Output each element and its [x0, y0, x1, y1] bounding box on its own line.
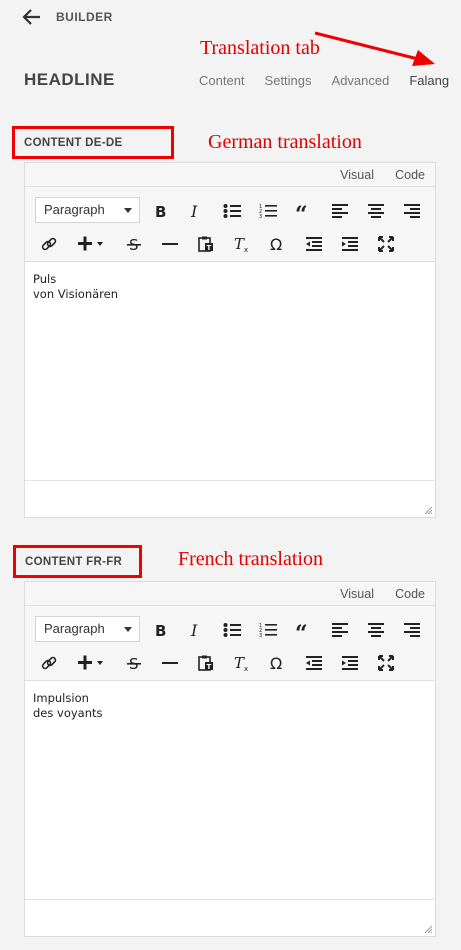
tab-content[interactable]: Content [199, 73, 245, 88]
svg-text:x: x [244, 246, 248, 252]
tab-falang[interactable]: Falang [409, 73, 449, 88]
content-line: des voyants [33, 706, 103, 720]
tab-settings[interactable]: Settings [265, 73, 312, 88]
editor-mode-bar: Visual Code [25, 163, 435, 187]
tab-bar: Content Settings Advanced Falang [199, 73, 449, 88]
fullscreen-icon[interactable] [375, 652, 397, 674]
svg-text:B: B [155, 203, 166, 219]
section-label-fr: CONTENT FR-FR [13, 545, 142, 578]
outdent-icon[interactable] [303, 233, 325, 255]
editor-status-bar [25, 899, 435, 936]
svg-text:Ω: Ω [270, 655, 282, 671]
content-line: Impulsion [33, 691, 89, 705]
blockquote-icon[interactable]: “ [293, 619, 315, 641]
content-line: von Visionären [33, 287, 118, 301]
editor-de: Visual Code Paragraph B I 123 “ S T Tx Ω… [24, 162, 436, 518]
omega-icon[interactable]: Ω [267, 652, 289, 674]
section-label-de: CONTENT DE-DE [12, 126, 174, 159]
link-icon[interactable] [38, 233, 60, 255]
strikethrough-icon[interactable]: S [123, 233, 145, 255]
svg-text:“: “ [295, 204, 308, 218]
svg-text:x: x [244, 665, 248, 671]
tab-advanced[interactable]: Advanced [332, 73, 390, 88]
back-arrow-icon[interactable] [22, 8, 42, 26]
svg-text:Ω: Ω [270, 236, 282, 252]
resize-handle-icon[interactable] [424, 925, 432, 933]
editor-toolbar: Paragraph B I 123 “ S T Tx Ω [25, 187, 435, 262]
insert-plus-icon[interactable] [77, 652, 107, 674]
numbered-list-icon[interactable]: 123 [257, 200, 279, 222]
chevron-down-icon [124, 208, 132, 213]
editor-status-bar [25, 480, 435, 517]
bold-icon[interactable]: B [149, 619, 171, 641]
annotation-arrow [314, 31, 435, 66]
svg-text:T: T [207, 244, 212, 252]
editor-mode-bar: Visual Code [25, 582, 435, 606]
italic-icon[interactable]: I [185, 619, 207, 641]
blockquote-icon[interactable]: “ [293, 200, 315, 222]
svg-text:T: T [207, 663, 212, 671]
clear-format-icon[interactable]: Tx [231, 652, 253, 674]
outdent-icon[interactable] [303, 652, 325, 674]
bullet-list-icon[interactable] [221, 200, 243, 222]
page-title: HEADLINE [24, 70, 115, 89]
indent-icon[interactable] [339, 652, 361, 674]
numbered-list-icon[interactable]: 123 [257, 619, 279, 641]
strikethrough-icon[interactable]: S [123, 652, 145, 674]
bold-icon[interactable]: B [149, 200, 171, 222]
horizontal-rule-icon[interactable] [159, 652, 181, 674]
mode-code-tab[interactable]: Code [395, 587, 425, 601]
svg-text:I: I [190, 622, 198, 638]
mode-visual-tab[interactable]: Visual [340, 587, 374, 601]
chevron-down-icon [124, 627, 132, 632]
insert-plus-icon[interactable] [77, 233, 107, 255]
italic-icon[interactable]: I [185, 200, 207, 222]
align-center-icon[interactable] [365, 619, 387, 641]
paste-text-icon[interactable]: T [195, 652, 217, 674]
editor-content-de[interactable]: Puls von Visionären [25, 262, 435, 480]
svg-text:3: 3 [259, 214, 262, 219]
svg-text:B: B [155, 622, 166, 638]
back-to-builder-link[interactable]: BUILDER [56, 10, 113, 24]
content-line: Puls [33, 272, 57, 286]
align-left-icon[interactable] [329, 200, 351, 222]
omega-icon[interactable]: Ω [267, 233, 289, 255]
indent-icon[interactable] [339, 233, 361, 255]
align-right-icon[interactable] [401, 619, 423, 641]
format-select[interactable]: Paragraph [35, 197, 140, 223]
paste-text-icon[interactable]: T [195, 233, 217, 255]
annotation-german: German translation [208, 131, 362, 153]
editor-toolbar: Paragraph B I 123 “ S T Tx Ω [25, 606, 435, 681]
align-right-icon[interactable] [401, 200, 423, 222]
resize-handle-icon[interactable] [424, 506, 432, 514]
format-select-value: Paragraph [44, 621, 105, 636]
svg-text:I: I [190, 203, 198, 219]
bullet-list-icon[interactable] [221, 619, 243, 641]
align-center-icon[interactable] [365, 200, 387, 222]
editor-content-fr[interactable]: Impulsion des voyants [25, 681, 435, 899]
fullscreen-icon[interactable] [375, 233, 397, 255]
horizontal-rule-icon[interactable] [159, 233, 181, 255]
format-select-value: Paragraph [44, 202, 105, 217]
align-left-icon[interactable] [329, 619, 351, 641]
clear-format-icon[interactable]: Tx [231, 233, 253, 255]
link-icon[interactable] [38, 652, 60, 674]
svg-text:3: 3 [259, 633, 262, 638]
format-select[interactable]: Paragraph [35, 616, 140, 642]
editor-fr: Visual Code Paragraph B I 123 “ S T Tx Ω… [24, 581, 436, 937]
svg-text:“: “ [295, 623, 308, 637]
annotation-french: French translation [178, 548, 323, 570]
mode-visual-tab[interactable]: Visual [340, 168, 374, 182]
mode-code-tab[interactable]: Code [395, 168, 425, 182]
annotation-translation-tab: Translation tab [200, 37, 320, 59]
